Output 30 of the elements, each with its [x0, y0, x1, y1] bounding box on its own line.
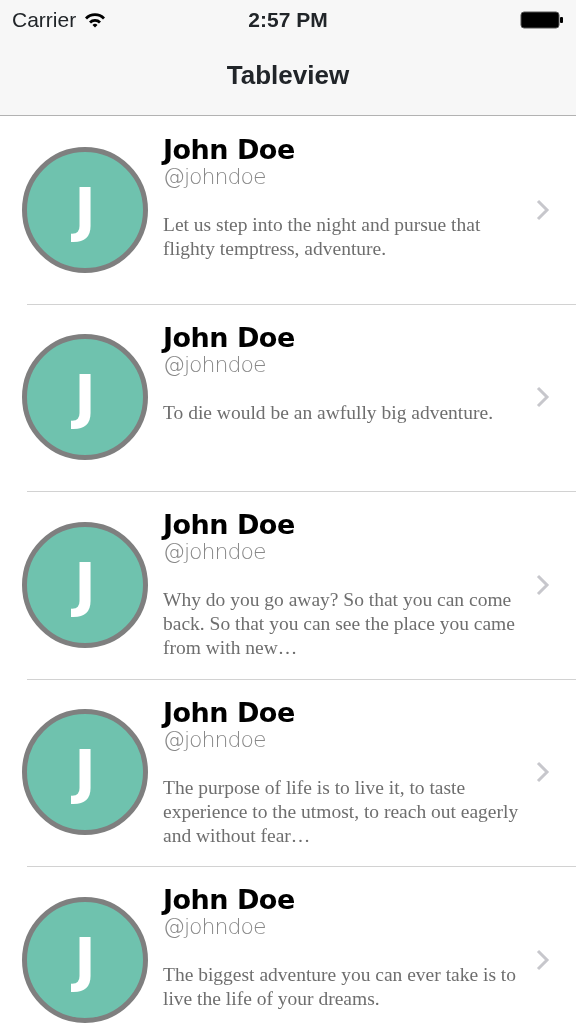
quote-text: The biggest adventure you can ever take is to live the life of your dreams.: [163, 963, 518, 1012]
user-name: John Doe: [163, 134, 296, 166]
table-row[interactable]: J John Doe @johndoe The purpose of life is to live it, to taste experience to the utmost, to reach out eagerly and without fear…: [0, 678, 576, 866]
table-row[interactable]: J John Doe @johndoe To die would be an awfully big adventure.: [0, 303, 576, 491]
chevron-right-icon: [536, 198, 550, 221]
user-name: John Doe: [163, 321, 296, 353]
chevron-right-icon: [536, 761, 550, 784]
chevron-right-icon: [536, 948, 550, 971]
wifi-icon: [84, 12, 107, 28]
user-name: John Doe: [163, 696, 296, 728]
user-handle: @johndoe: [163, 915, 267, 940]
table-row[interactable]: J John Doe @johndoe Let us step into the night and pursue that flighty temptress, adventure.: [0, 116, 576, 304]
quote-text: Why do you go away? So that you can come back. So that you can see the place you came from with new…: [163, 588, 516, 661]
user-handle: @johndoe: [163, 165, 267, 190]
carrier-name: Carrier: [12, 7, 77, 34]
user-name: John Doe: [163, 884, 296, 916]
user-handle: @johndoe: [163, 727, 267, 752]
battery-icon: [520, 11, 564, 29]
status-time: 2:57 PM: [248, 8, 328, 32]
chevron-right-icon: [536, 386, 550, 409]
quote-text: The purpose of life is to live it, to taste experience to the utmost, to reach out eagerly and without fear…: [163, 775, 520, 848]
user-handle: @johndoe: [163, 352, 267, 377]
table-row[interactable]: J John Doe @johndoe The biggest adventure you can ever take is to live the life of your dreams.: [0, 866, 576, 1024]
nav-title: Tableview: [226, 59, 350, 92]
user-name: John Doe: [163, 509, 296, 541]
quote-text: To die would be an awfully big adventure.: [163, 400, 495, 425]
chevron-right-icon: [536, 573, 550, 596]
table-row[interactable]: J John Doe @johndoe Why do you go away? So that you can come back. So that you can see the place you came from with new…: [0, 491, 576, 679]
quote-text: Let us step into the night and pursue that flighty temptress, adventure.: [163, 213, 482, 262]
user-handle: @johndoe: [163, 540, 267, 565]
